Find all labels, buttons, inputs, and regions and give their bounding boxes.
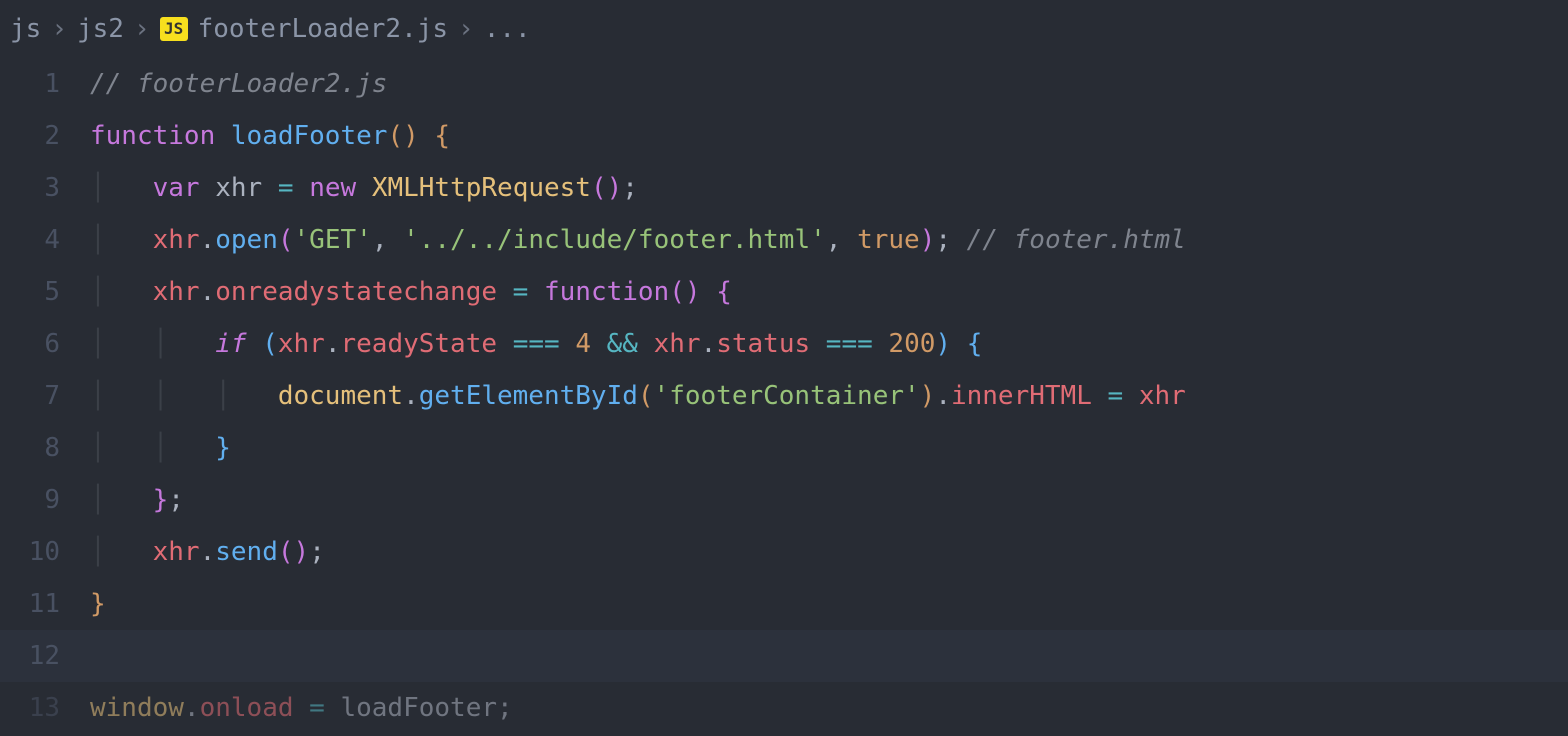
code-line: 6 │ │ if (xhr.readyState === 4 && xhr.st… xyxy=(0,318,1568,370)
line-number: 10 xyxy=(0,533,90,572)
code-content[interactable]: // footerLoader2.js xyxy=(90,65,1568,104)
chevron-right-icon: › xyxy=(51,10,67,49)
breadcrumb-symbol[interactable]: ... xyxy=(484,10,531,49)
breadcrumb-file[interactable]: footerLoader2.js xyxy=(198,10,448,49)
code-content[interactable]: } xyxy=(90,585,1568,624)
line-number: 3 xyxy=(0,169,90,208)
line-number: 1 xyxy=(0,65,90,104)
breadcrumb-folder-js2[interactable]: js2 xyxy=(77,10,124,49)
code-content[interactable]: │ xhr.open('GET', '../../include/footer.… xyxy=(90,221,1568,260)
line-number: 2 xyxy=(0,117,90,156)
line-number: 5 xyxy=(0,273,90,312)
breadcrumb-bar: js › js2 › JS footerLoader2.js › ... xyxy=(0,0,1568,58)
code-content[interactable]: window.onload = loadFooter; xyxy=(90,689,1568,728)
line-number: 13 xyxy=(0,689,90,728)
js-file-icon: JS xyxy=(160,17,188,41)
code-content[interactable]: function loadFooter() { xyxy=(90,117,1568,156)
code-line: 8 │ │ } xyxy=(0,422,1568,474)
code-editor[interactable]: 1 // footerLoader2.js 2 function loadFoo… xyxy=(0,58,1568,734)
code-line: 2 function loadFooter() { xyxy=(0,110,1568,162)
code-line: 4 │ xhr.open('GET', '../../include/foote… xyxy=(0,214,1568,266)
line-number: 7 xyxy=(0,377,90,416)
code-content[interactable]: │ │ } xyxy=(90,429,1568,468)
code-line: 7 │ │ │ document.getElementById('footerC… xyxy=(0,370,1568,422)
code-line-current: 12 xyxy=(0,630,1568,682)
code-content[interactable]: │ xhr.onreadystatechange = function() { xyxy=(90,273,1568,312)
code-content[interactable]: │ var xhr = new XMLHttpRequest(); xyxy=(90,169,1568,208)
code-line: 10 │ xhr.send(); xyxy=(0,526,1568,578)
code-line: 11 } xyxy=(0,578,1568,630)
code-content[interactable]: │ xhr.send(); xyxy=(90,533,1568,572)
code-line: 13 window.onload = loadFooter; xyxy=(0,682,1568,734)
chevron-right-icon: › xyxy=(134,10,150,49)
code-content[interactable]: │ }; xyxy=(90,481,1568,520)
line-number: 11 xyxy=(0,585,90,624)
code-line: 5 │ xhr.onreadystatechange = function() … xyxy=(0,266,1568,318)
code-line: 9 │ }; xyxy=(0,474,1568,526)
code-content[interactable]: │ │ if (xhr.readyState === 4 && xhr.stat… xyxy=(90,325,1568,364)
code-line: 3 │ var xhr = new XMLHttpRequest(); xyxy=(0,162,1568,214)
line-number: 9 xyxy=(0,481,90,520)
line-number: 8 xyxy=(0,429,90,468)
breadcrumb-folder-js[interactable]: js xyxy=(10,10,41,49)
code-content[interactable]: │ │ │ document.getElementById('footerCon… xyxy=(90,377,1568,416)
line-number: 4 xyxy=(0,221,90,260)
chevron-right-icon: › xyxy=(458,10,474,49)
code-line: 1 // footerLoader2.js xyxy=(0,58,1568,110)
line-number: 6 xyxy=(0,325,90,364)
line-number: 12 xyxy=(0,637,90,676)
